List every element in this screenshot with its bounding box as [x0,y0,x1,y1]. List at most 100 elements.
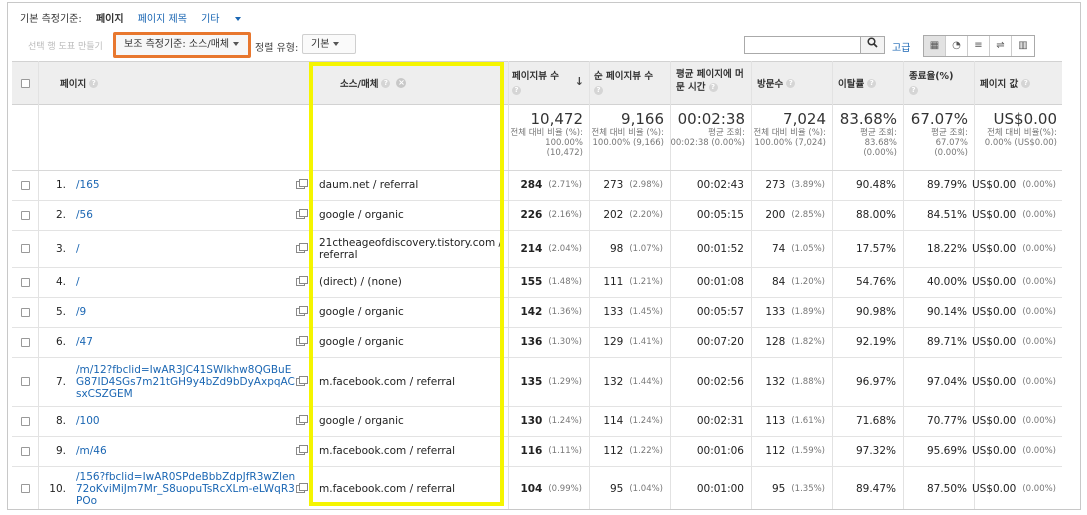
row-checkbox[interactable] [20,307,30,317]
help-icon[interactable]: ? [786,78,796,88]
primary-dimension-current: 페이지 [95,14,124,25]
row-checkbox[interactable] [20,244,30,253]
help-icon[interactable]: ? [594,86,603,95]
help-icon[interactable]: ? [1021,78,1031,88]
col-sessions[interactable]: 방문수? [751,62,831,104]
bounce-rate-cell: 89.47% [855,482,896,495]
row-select-cell [12,436,38,466]
other-dimension-dropdown[interactable]: 기타 [201,14,241,25]
page-link[interactable]: / [76,243,80,255]
sessions-cell: 200 (2.85%) [765,209,825,221]
avg-time-cell: 00:07:20 [696,336,744,348]
help-icon[interactable]: ? [381,78,391,88]
page-link[interactable]: /47 [76,336,93,348]
select-all-checkbox[interactable] [20,78,30,88]
open-external-icon[interactable] [296,179,308,189]
row-checkbox[interactable] [20,180,30,190]
page-link[interactable]: /165 [76,179,100,191]
advanced-filter-link[interactable]: 고급 [892,39,910,54]
table-view-icon[interactable]: ▦ [924,36,946,56]
open-external-icon[interactable] [296,276,308,286]
page-title-dimension-link[interactable]: 페이지 제목 [138,14,187,25]
col-pageviews[interactable]: 페이지뷰 수 ↓? [508,62,588,104]
page-value-cell: US$0.00 (0.00%) [971,336,1056,348]
col-exit-rate[interactable]: 종료율(%)? [903,62,973,104]
open-page-cell [292,436,310,466]
table-row: 8. /100 google / organic 130 (1.24%) 114 (1.24… [12,406,1062,437]
row-select-cell [12,297,38,327]
source-medium-cell: m.facebook.com / referral [319,445,456,457]
open-external-icon[interactable] [296,306,308,316]
col-unique-pageviews[interactable]: 순 페이지뷰 수? [589,62,669,104]
help-icon[interactable]: ? [89,78,99,88]
open-external-icon[interactable] [296,336,308,346]
col-page[interactable]: 페이지? [60,62,310,104]
sessions-cell: 128 (1.82%) [765,336,825,348]
row-checkbox[interactable] [20,277,30,287]
table-row: 4. / (direct) / (none) 155 (1.48%) 111 (1.21%)… [12,267,1062,298]
comparison-view-icon[interactable]: ⇌ [990,36,1012,56]
select-all-cell [12,62,38,104]
page-value-cell: US$0.00 (0.00%) [971,445,1056,457]
unique-pageviews-cell: 98 (1.07%) [609,242,663,255]
search-icon [867,37,878,48]
source-medium-cell: 21ctheageofdiscovery.tistory.com / refer… [319,236,503,261]
page-link[interactable]: /156?fbclid=IwAR0SPdeBbbZdpJfR3wZlen72oK… [76,471,296,507]
page-value-cell: US$0.00 (0.00%) [971,415,1056,427]
pageviews-cell: 142 (1.36%) [520,306,582,318]
col-page-value[interactable]: 페이지 값? [974,62,1062,104]
plot-rows-button[interactable]: 선택 행 도표 만들기 [28,39,114,52]
page-link[interactable]: /m/12?fbclid=IwAR3JC41SWIkhw8QGBuEG87ID4… [76,364,296,400]
open-external-icon[interactable] [296,482,308,493]
pageviews-cell: 116 (1.11%) [520,445,582,457]
page-value-cell: US$0.00 (0.00%) [971,375,1056,388]
avg-time-cell: 00:05:15 [696,209,744,221]
help-icon[interactable]: ? [909,86,918,95]
pageviews-cell: 214 (2.04%) [520,242,582,255]
page-link[interactable]: / [76,276,80,288]
page-link[interactable]: /56 [76,209,93,221]
open-external-icon[interactable] [296,375,308,386]
open-external-icon[interactable] [296,209,308,219]
row-checkbox[interactable] [20,337,30,347]
search-button[interactable] [860,36,885,54]
pageviews-cell: 135 (1.29%) [520,375,582,388]
page-cell: /165 [76,170,296,200]
col-bounce-rate[interactable]: 이탈률? [832,62,902,104]
open-external-icon[interactable] [296,445,308,455]
remove-dimension-icon[interactable]: × [396,78,407,88]
search-input[interactable] [744,36,860,54]
open-external-icon[interactable] [296,242,308,253]
col-avg-time[interactable]: 평균 페이지에 머문 시간? [670,62,750,104]
sort-down-arrow-icon: ↓ [574,75,584,88]
row-number: 4. [55,276,66,288]
help-icon[interactable]: ? [512,86,521,95]
row-checkbox[interactable] [20,416,30,426]
row-checkbox[interactable] [20,210,30,220]
page-link[interactable]: /100 [76,415,100,427]
source-medium-cell: m.facebook.com / referral [319,375,456,388]
col-source-medium[interactable]: 소스/매체? × [310,62,506,104]
help-icon[interactable]: ? [708,83,718,92]
pageviews-cell: 104 (0.99%) [520,482,582,495]
secondary-dimension-dropdown[interactable]: 보조 측정기준: 소스/매체 [113,32,251,58]
row-checkbox[interactable] [20,446,30,456]
page-cell: /m/46 [76,436,296,466]
help-icon[interactable]: ? [867,78,877,88]
pivot-view-icon[interactable]: ▥ [1012,36,1034,56]
page-cell: /m/12?fbclid=IwAR3JC41SWIkhw8QGBuEG87ID4… [76,357,296,406]
exit-rate-cell: 84.51% [926,209,967,221]
open-page-cell [292,406,310,436]
row-number: 7. [55,375,66,388]
performance-view-icon[interactable]: ≡ [968,36,990,56]
row-checkbox[interactable] [20,484,30,493]
sort-type-dropdown[interactable]: 기본 [302,34,356,54]
pageviews-cell: 136 (1.30%) [520,336,582,348]
pie-view-icon[interactable]: ◔ [946,36,968,56]
pageviews-cell: 284 (2.71%) [520,179,582,191]
open-external-icon[interactable] [296,415,308,425]
page-link[interactable]: /m/46 [76,445,107,457]
row-select-cell [12,327,38,357]
row-checkbox[interactable] [20,377,30,386]
page-link[interactable]: /9 [76,306,86,318]
